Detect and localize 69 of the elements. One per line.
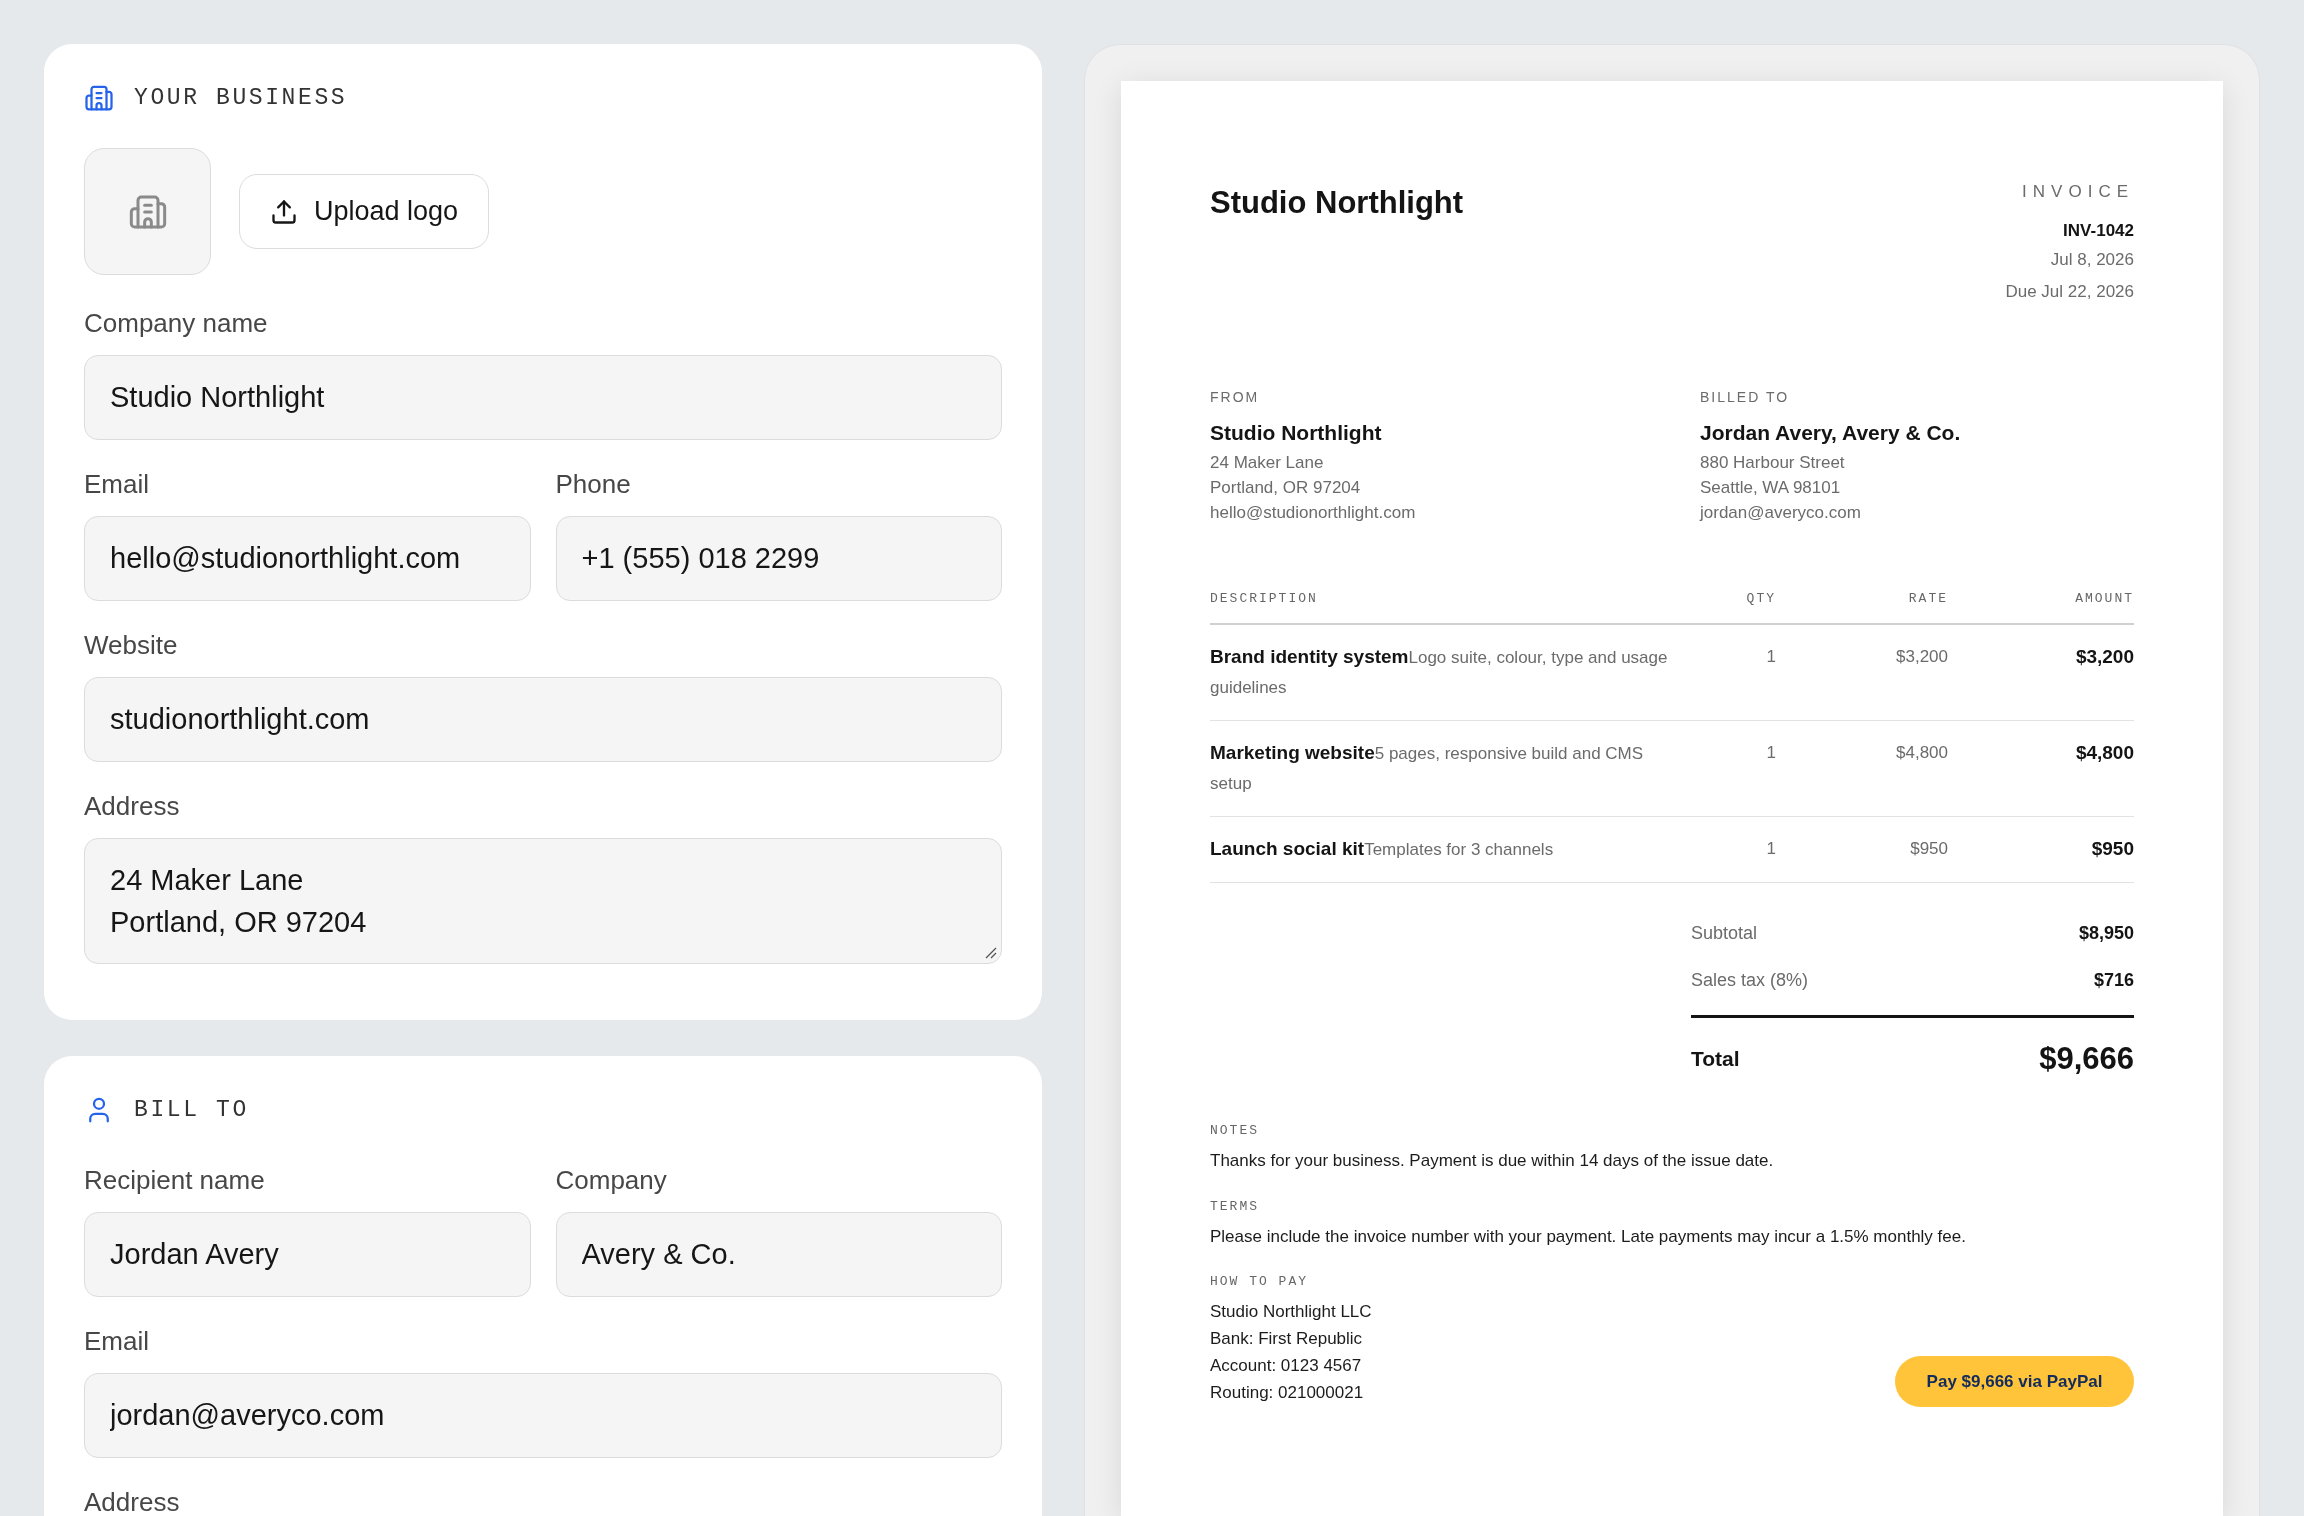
- payment-line: Account: 0123 4567: [1210, 1355, 1362, 1377]
- building-icon: [84, 83, 114, 113]
- line-item-description: Launch social kitTemplates for 3 channels: [1210, 841, 1554, 858]
- section-heading: NOTES: [1210, 1122, 1259, 1140]
- column-header: AMOUNT: [2075, 590, 2134, 608]
- item-amount: $4,800: [2075, 741, 2134, 765]
- line-item-description: Brand identity systemLogo suite, colour, type and usage guidelines: [1210, 649, 1668, 696]
- issue-date: Jul 8, 2026: [2050, 249, 2134, 271]
- address-line: jordan@averyco.com: [1700, 502, 1861, 524]
- item-quantity: 1: [1766, 646, 1776, 668]
- section-heading: HOW TO PAY: [1210, 1273, 1308, 1291]
- payment-line: Bank: First Republic: [1210, 1328, 1363, 1350]
- column-header: DESCRIPTION: [1210, 590, 1318, 608]
- document-type-label: INVOICE: [2022, 181, 2134, 203]
- upload-logo-button[interactable]: Upload logo: [239, 174, 490, 249]
- party-name: Jordan Avery, Avery & Co.: [1700, 420, 1961, 446]
- item-quantity: 1: [1766, 838, 1776, 860]
- field-label: Company: [555, 1164, 667, 1196]
- summary-label: Subtotal: [1691, 922, 1758, 945]
- payment-line: Studio Northlight LLC: [1210, 1301, 1372, 1323]
- payment-line: Routing: 021000021: [1210, 1382, 1364, 1404]
- summary-value: $8,950: [2078, 922, 2134, 945]
- address-line: hello@studionorthlight.com: [1210, 502, 1416, 524]
- address-line: 880 Harbour Street: [1700, 452, 1845, 474]
- column-header: RATE: [1908, 590, 1948, 608]
- invoice-number: INV-1042: [2063, 220, 2134, 242]
- column-header: QTY: [1746, 590, 1776, 608]
- field-label: Recipient name: [84, 1164, 265, 1196]
- pay-button[interactable]: Pay $9,666 via PayPal: [1895, 1356, 2134, 1407]
- item-quantity: 1: [1766, 742, 1776, 764]
- field-label: Email: [84, 1325, 149, 1357]
- item-rate: $950: [1910, 838, 1948, 860]
- item-rate: $3,200: [1896, 646, 1948, 668]
- due-date: Due Jul 22, 2026: [2005, 281, 2134, 303]
- resize-handle-icon[interactable]: [985, 947, 997, 959]
- input-field[interactable]: hello@studionorthlight.com: [84, 516, 531, 601]
- company-title: Studio Northlight: [1210, 184, 1464, 222]
- upload-icon: [270, 197, 298, 226]
- field-label: Address: [84, 790, 180, 822]
- input-field[interactable]: jordan@averyco.com: [84, 1373, 1002, 1458]
- input-field[interactable]: Jordan Avery: [84, 1212, 531, 1297]
- total-value: $9,666: [2039, 1040, 2134, 1078]
- input-field[interactable]: +1 (555) 018 2299: [555, 516, 1002, 601]
- input-field[interactable]: Avery & Co.: [555, 1212, 1002, 1297]
- line-item-description: Marketing website5 pages, responsive build and CMS setup: [1210, 745, 1644, 792]
- section-heading: TERMS: [1210, 1198, 1259, 1216]
- input-field[interactable]: Studio Northlight: [84, 355, 1002, 440]
- textarea-field[interactable]: 24 Maker Lane Portland, OR 97204: [84, 838, 1002, 964]
- total-label: Total: [1691, 1046, 1740, 1072]
- party-name: Studio Northlight: [1210, 420, 1382, 446]
- field-label: Company name: [84, 307, 268, 339]
- address-line: Portland, OR 97204: [1210, 477, 1361, 499]
- section-title: BILL TO: [134, 1096, 249, 1124]
- item-amount: $950: [2091, 837, 2134, 861]
- section-title: YOUR BUSINESS: [134, 84, 348, 112]
- section-text: Thanks for your business. Payment is due within 14 days of the issue date.: [1210, 1150, 1774, 1172]
- item-rate: $4,800: [1896, 742, 1948, 764]
- address-line: Seattle, WA 98101: [1700, 477, 1841, 499]
- field-label: Phone: [555, 468, 631, 500]
- party-heading: FROM: [1210, 388, 1260, 407]
- party-heading: BILLED TO: [1700, 388, 1790, 407]
- field-label: Email: [84, 468, 149, 500]
- item-amount: $3,200: [2075, 645, 2134, 669]
- input-field[interactable]: studionorthlight.com: [84, 677, 1002, 762]
- summary-value: $716: [2093, 969, 2134, 992]
- summary-label: Sales tax (8%): [1691, 969, 1809, 992]
- section-text: Please include the invoice number with your payment. Late payments may incur a 1.5% monthly fee.: [1210, 1226, 1966, 1248]
- address-line: 24 Maker Lane: [1210, 452, 1324, 474]
- field-label: Website: [84, 629, 178, 661]
